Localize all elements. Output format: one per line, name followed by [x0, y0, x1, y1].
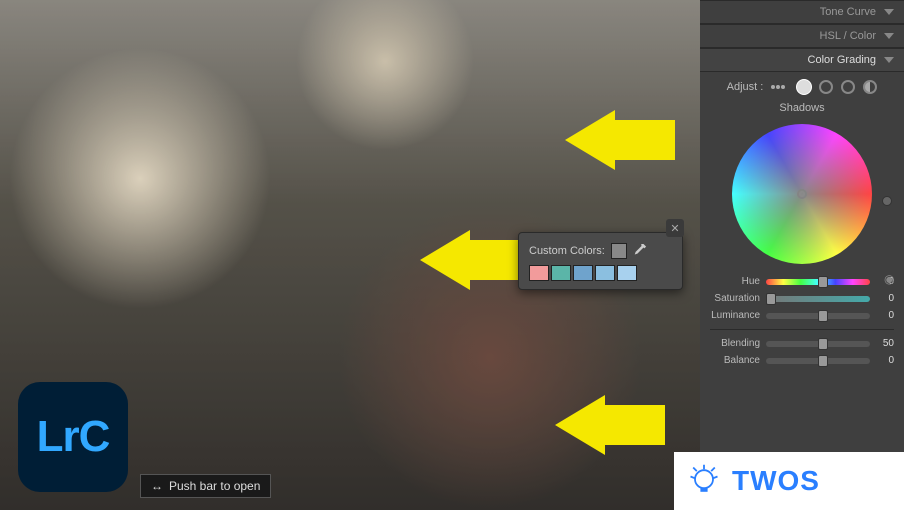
- color-wheel-center[interactable]: [797, 189, 807, 199]
- luminance-slider-row: Luminance 0: [710, 310, 894, 321]
- eye-icon[interactable]: ◉: [884, 272, 898, 286]
- shadows-mode-button[interactable]: [797, 80, 811, 94]
- shadows-heading: Shadows: [700, 98, 904, 120]
- custom-color-swatches: [529, 265, 672, 281]
- slider-thumb[interactable]: [818, 276, 828, 288]
- lrc-label: LrC: [37, 412, 110, 462]
- slider-label: Saturation: [710, 293, 760, 304]
- close-icon: ✕: [670, 222, 679, 235]
- section-label: Color Grading: [808, 54, 876, 66]
- slider-thumb[interactable]: [818, 338, 828, 350]
- slider-value[interactable]: 0: [876, 293, 894, 304]
- slider-thumb[interactable]: [766, 293, 776, 305]
- balance-slider-row: Balance 0: [710, 355, 894, 366]
- saturation-slider[interactable]: [766, 296, 870, 302]
- section-label: HSL / Color: [820, 30, 876, 42]
- slider-label: Luminance: [710, 310, 760, 321]
- panel-section-color-grading[interactable]: Color Grading: [700, 48, 904, 72]
- midtones-mode-button[interactable]: [819, 80, 833, 94]
- luminance-slider[interactable]: [766, 313, 870, 319]
- slider-label: Hue: [710, 276, 760, 287]
- chevron-down-icon: [884, 9, 894, 15]
- chevron-down-icon: [884, 33, 894, 39]
- blending-slider[interactable]: [766, 341, 870, 347]
- push-bar-icon: ↔: [151, 479, 163, 493]
- divider: [710, 329, 894, 330]
- section-label: Tone Curve: [820, 6, 876, 18]
- slider-thumb[interactable]: [818, 310, 828, 322]
- chevron-down-icon: [884, 57, 894, 63]
- panel-section-hsl-color[interactable]: HSL / Color: [700, 24, 904, 48]
- twos-text: TWOS: [732, 465, 820, 497]
- lightbulb-icon: [686, 463, 722, 499]
- color-swatch[interactable]: [551, 265, 571, 281]
- slider-value[interactable]: 0: [876, 310, 894, 321]
- custom-colors-popup: ✕ Custom Colors:: [518, 232, 683, 290]
- slider-label: Balance: [710, 355, 760, 366]
- lightroom-classic-badge: LrC: [18, 382, 128, 492]
- hue-slider-row: Hue 0: [710, 276, 894, 287]
- blending-slider-row: Blending 50: [710, 338, 894, 349]
- popup-close-button[interactable]: ✕: [666, 219, 684, 237]
- slider-label: Blending: [710, 338, 760, 349]
- twos-watermark: TWOS: [674, 452, 904, 510]
- hue-slider[interactable]: [766, 279, 870, 285]
- color-swatch[interactable]: [595, 265, 615, 281]
- custom-colors-label: Custom Colors:: [529, 245, 605, 257]
- adjust-label: Adjust :: [727, 81, 764, 93]
- push-bar-text: Push bar to open: [169, 479, 260, 493]
- adjust-mode-row: Adjust :: [700, 72, 904, 98]
- develop-panel: Tone Curve HSL / Color Color Grading Adj…: [700, 0, 904, 510]
- saturation-slider-row: Saturation 0: [710, 293, 894, 304]
- slider-thumb[interactable]: [818, 355, 828, 367]
- neutral-swatch[interactable]: [611, 243, 627, 259]
- color-swatch[interactable]: [573, 265, 593, 281]
- color-wheel-container: [700, 120, 904, 268]
- push-bar-hint: ↔ Push bar to open: [140, 474, 271, 498]
- color-swatch[interactable]: [617, 265, 637, 281]
- color-wheel[interactable]: [732, 124, 872, 264]
- slider-value[interactable]: 0: [876, 355, 894, 366]
- slider-value[interactable]: 50: [876, 338, 894, 349]
- eyedropper-icon[interactable]: [633, 244, 647, 258]
- highlights-mode-button[interactable]: [841, 80, 855, 94]
- luminance-dot[interactable]: [882, 196, 892, 206]
- balance-slider[interactable]: [766, 358, 870, 364]
- three-way-icon[interactable]: [771, 81, 789, 93]
- panel-section-tone-curve[interactable]: Tone Curve: [700, 0, 904, 24]
- global-mode-button[interactable]: [863, 80, 877, 94]
- color-swatch[interactable]: [529, 265, 549, 281]
